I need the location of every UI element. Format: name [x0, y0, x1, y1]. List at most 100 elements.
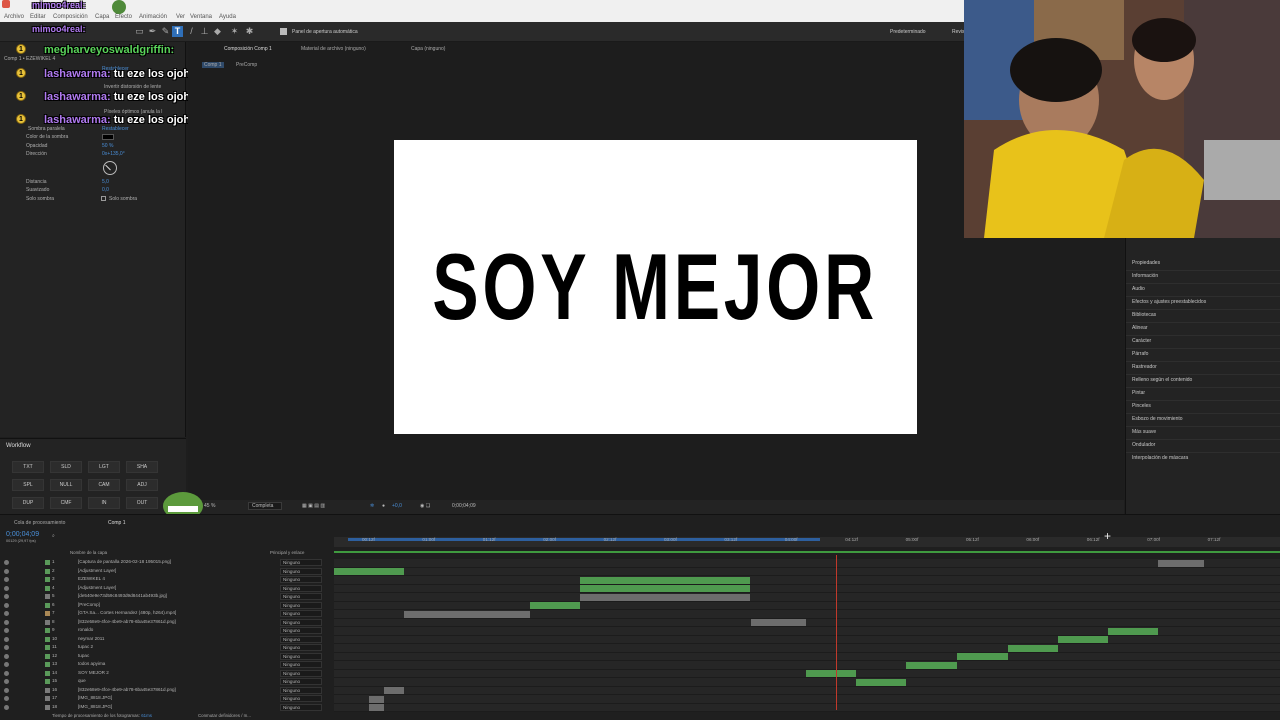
layer-row[interactable]: 10 neymar 2011 Ninguno — [0, 635, 332, 645]
layer-clip-bar[interactable] — [580, 593, 750, 601]
subtab-comp1[interactable]: Comp 1 — [202, 62, 224, 68]
exposure-icon[interactable]: ✲ — [370, 503, 374, 509]
parent-select[interactable]: Ninguno — [280, 669, 322, 677]
panel-smoother[interactable]: Más suave — [1132, 429, 1156, 435]
panel-character[interactable]: Carácter — [1132, 338, 1151, 344]
tab-render-queue[interactable]: Cola de procesamiento — [14, 520, 65, 526]
panel-properties[interactable]: Propiedades — [1132, 260, 1160, 266]
layer-color-label[interactable] — [45, 662, 50, 667]
layer-row[interactable]: 17 [IMG_8818.JPG] Ninguno — [0, 695, 332, 704]
softness-value[interactable]: 0,0 — [102, 187, 109, 193]
layer-clip-bar[interactable] — [906, 661, 957, 669]
layer-row[interactable]: 13 todos apyima Ninguno — [0, 661, 332, 670]
parent-select[interactable]: Ninguno — [280, 593, 322, 600]
parent-select[interactable]: Ninguno — [280, 703, 322, 711]
parent-select[interactable]: Ninguno — [280, 627, 322, 634]
visibility-eye-icon[interactable] — [4, 585, 9, 591]
layer-color-label[interactable] — [45, 670, 50, 676]
layer-row[interactable]: 1 [Captura de pantalla 2026-02-18 195015.… — [0, 559, 332, 568]
layer-row[interactable]: 18 [IMG_8818.JPG] Ninguno — [0, 703, 332, 713]
workflow-sld-button[interactable]: SLD — [50, 461, 82, 473]
layer-color-label[interactable] — [45, 653, 50, 659]
panel-info[interactable]: Información — [1132, 273, 1158, 279]
visibility-eye-icon[interactable] — [4, 611, 9, 616]
layer-name[interactable]: SOY MEJOR 2 — [78, 670, 198, 675]
time-ruler[interactable] — [334, 537, 1280, 547]
layer-name[interactable]: [PreComp] — [78, 602, 198, 607]
subtab-precomp[interactable]: PreComp — [236, 62, 257, 68]
layer-clip-bar[interactable] — [957, 653, 1008, 660]
layer-clip-bar[interactable] — [404, 610, 530, 618]
layer-clip-bar[interactable] — [580, 585, 750, 592]
visibility-eye-icon[interactable] — [4, 619, 9, 625]
layer-color-label[interactable] — [45, 704, 50, 710]
visibility-eye-icon[interactable] — [4, 602, 9, 608]
layer-color-label[interactable] — [45, 696, 50, 701]
layer-name[interactable]: [Adjustment Layer] — [78, 585, 198, 590]
tab-composition[interactable]: Composición Comp 1 — [224, 46, 272, 52]
workflow-txt-button[interactable]: TXT — [12, 461, 44, 473]
workflow-cam-button[interactable]: CAM — [88, 479, 120, 491]
layer-row[interactable]: 15 que Ninguno — [0, 678, 332, 687]
layer-color-label[interactable] — [45, 636, 50, 642]
visibility-eye-icon[interactable] — [4, 653, 9, 659]
parent-select[interactable]: Ninguno — [280, 635, 322, 643]
snapshot-icon[interactable]: ◉ ❏ — [420, 503, 430, 509]
exposure-value[interactable]: +0,0 — [392, 503, 402, 509]
layer-row[interactable]: 8 [832e58e9-4fce-4be9-ab78-6ba45e37861d.p… — [0, 618, 332, 628]
visibility-eye-icon[interactable] — [4, 679, 9, 684]
parent-select[interactable]: Ninguno — [280, 576, 322, 583]
layer-clip-bar[interactable] — [530, 602, 580, 609]
parent-select[interactable]: Ninguno — [280, 559, 322, 566]
layer-name[interactable]: todos apyima — [78, 661, 198, 666]
workflow-spl-button[interactable]: SPL — [12, 479, 44, 491]
panel-brushes[interactable]: Pinceles — [1132, 403, 1151, 409]
direction-value[interactable]: 0x+135,0° — [102, 151, 125, 157]
parent-select[interactable]: Ninguno — [280, 695, 322, 702]
layer-row[interactable]: 16 [832e58e9-4fce-4be9-ab78-6ba45e37861d.… — [0, 686, 332, 696]
resolution-select[interactable]: Completa — [248, 502, 283, 510]
parent-select[interactable]: Ninguno — [280, 610, 322, 617]
layer-clip-bar[interactable] — [1058, 636, 1108, 643]
opacity-value[interactable]: 50 % — [102, 143, 113, 149]
panel-motion-sketch[interactable]: Esbozo de movimiento — [1132, 416, 1183, 422]
layer-clip-bar[interactable] — [580, 576, 750, 584]
playhead[interactable] — [836, 555, 837, 710]
visibility-eye-icon[interactable] — [4, 568, 9, 574]
workflow-out-button[interactable]: OUT — [126, 497, 158, 509]
timeline-timecode[interactable]: 0;00;04;09 — [6, 531, 39, 538]
layer-color-label[interactable] — [45, 577, 50, 582]
timeline-search-icon[interactable]: ⌕ — [52, 533, 55, 539]
toggle-switches-label[interactable]: Conmutar definidores / m... — [198, 713, 251, 718]
layer-name[interactable]: neymar 2011 — [78, 636, 198, 641]
layer-name[interactable]: [IMG_8818.JPG] — [78, 695, 198, 700]
panel-effects-presets[interactable]: Efectos y ajustes preestablecidos — [1132, 299, 1206, 305]
workflow-null-button[interactable]: NULL — [50, 479, 82, 491]
layer-color-label[interactable] — [45, 611, 50, 616]
tab-footage[interactable]: Material de archivo (ninguno) — [301, 46, 366, 52]
parent-select[interactable]: Ninguno — [280, 601, 322, 609]
visibility-eye-icon[interactable] — [4, 696, 9, 701]
layer-row[interactable]: 4 [Adjustment Layer] Ninguno — [0, 584, 332, 594]
layer-row[interactable]: 3 EZEWIKEL 4 Ninguno — [0, 576, 332, 585]
layer-clip-bar[interactable] — [369, 704, 384, 711]
tab-timeline-comp1[interactable]: Comp 1 — [108, 520, 126, 526]
layer-color-label[interactable] — [45, 568, 50, 574]
visibility-eye-icon[interactable] — [4, 645, 9, 650]
visibility-eye-icon[interactable] — [4, 704, 9, 710]
panel-tracker[interactable]: Rastreador — [1132, 364, 1157, 370]
layer-color-label[interactable] — [45, 628, 50, 633]
shadow-only-checkbox[interactable] — [101, 196, 106, 201]
parent-select[interactable]: Ninguno — [280, 618, 322, 626]
parent-select[interactable]: Ninguno — [280, 567, 322, 575]
layer-clip-bar[interactable] — [1108, 627, 1158, 635]
visibility-eye-icon[interactable] — [4, 577, 9, 582]
layer-color-label[interactable] — [45, 585, 50, 591]
layer-name[interactable]: tupac 2 — [78, 644, 198, 649]
panel-mask-interpolation[interactable]: Interpolación de máscara — [1132, 455, 1188, 461]
composition-canvas[interactable]: SOY MEJOR — [394, 140, 917, 434]
parent-select[interactable]: Ninguno — [280, 644, 322, 651]
workflow-sha-button[interactable]: SHA — [126, 461, 158, 473]
parent-select[interactable]: Ninguno — [280, 686, 322, 694]
visibility-eye-icon[interactable] — [4, 628, 9, 633]
